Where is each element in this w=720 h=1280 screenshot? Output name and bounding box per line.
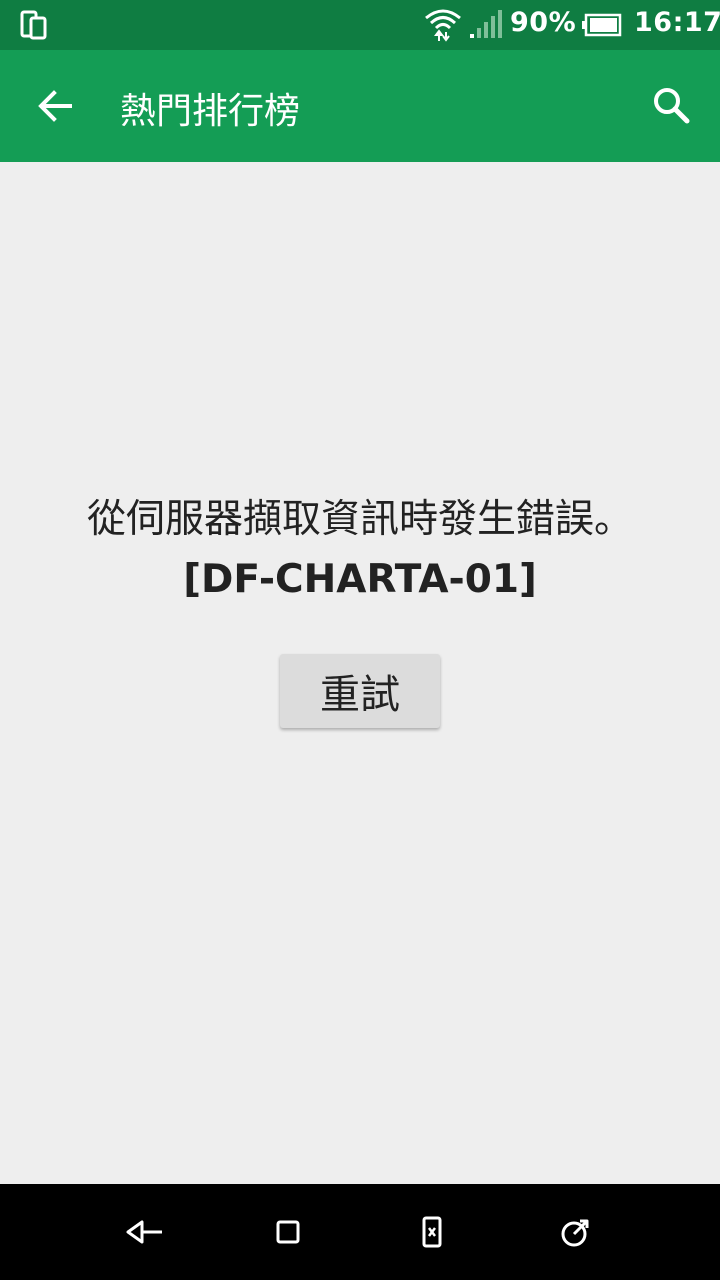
search-icon[interactable] <box>644 78 700 134</box>
nav-home-icon[interactable] <box>264 1208 312 1256</box>
phone-rotation-icon <box>20 10 47 40</box>
signal-icon <box>470 10 502 38</box>
nav-recents-icon[interactable] <box>552 1208 600 1256</box>
battery-icon <box>582 13 622 37</box>
arrow-back-icon[interactable] <box>28 78 84 134</box>
error-code: [DF-CHARTA-01] <box>183 557 537 602</box>
nav-screen-icon[interactable] <box>408 1208 456 1256</box>
error-message: 從伺服器擷取資訊時發生錯誤。 <box>86 497 633 542</box>
app-bar: 熱門排行榜 <box>0 50 720 162</box>
page-title: 熱門排行榜 <box>120 91 301 132</box>
wifi-icon <box>425 9 461 42</box>
clock: 16:17 <box>634 7 720 38</box>
battery-percent: 90% <box>510 7 577 38</box>
status-bar: 90% 16:17 <box>0 0 720 50</box>
nav-back-icon[interactable] <box>120 1208 168 1256</box>
retry-button[interactable]: 重試 <box>280 654 440 728</box>
navigation-bar <box>0 1184 720 1280</box>
